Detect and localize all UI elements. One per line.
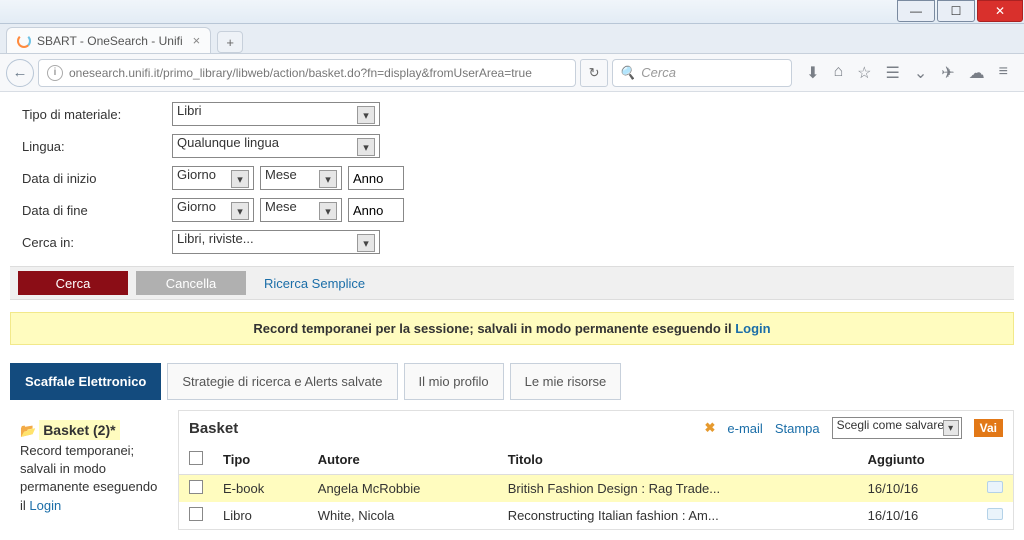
search-scope-label: Cerca in: <box>22 235 172 250</box>
search-button[interactable]: Cerca <box>18 271 128 295</box>
download-icon[interactable]: ⬇ <box>806 63 819 83</box>
window-titlebar: — ☐ ✕ <box>0 0 1024 24</box>
tab-strategie[interactable]: Strategie di ricerca e Alerts salvate <box>167 363 397 400</box>
start-day-select[interactable]: Giorno <box>172 166 254 190</box>
table-row[interactable]: E-book Angela McRobbie British Fashion D… <box>179 475 1013 503</box>
basket-table: Tipo Autore Titolo Aggiunto E-book Angel… <box>179 445 1013 529</box>
email-action[interactable]: e-mail <box>727 421 762 436</box>
session-banner: Record temporanei per la sessione; salva… <box>10 312 1014 345</box>
language-label: Lingua: <box>22 139 172 154</box>
advanced-search-form: Tipo di materiale: Libri Lingua: Qualunq… <box>10 98 1014 266</box>
tab-scaffale[interactable]: Scaffale Elettronico <box>10 363 161 400</box>
date-start-label: Data di inizio <box>22 171 172 186</box>
save-format-select[interactable]: Scegli come salvare <box>832 417 962 439</box>
chat-icon[interactable]: ☁ <box>969 63 985 83</box>
tab-close-icon[interactable]: × <box>193 33 201 48</box>
banner-text: Record temporanei per la sessione; salva… <box>253 321 735 336</box>
end-month-select[interactable]: Mese <box>260 198 342 222</box>
end-year-input[interactable] <box>348 198 404 222</box>
row-checkbox[interactable] <box>189 507 203 521</box>
search-icon: 🔍 <box>619 65 635 81</box>
row-checkbox[interactable] <box>189 480 203 494</box>
material-type-select[interactable]: Libri <box>172 102 380 126</box>
select-all-checkbox[interactable] <box>189 451 203 465</box>
table-row[interactable]: Libro White, Nicola Reconstructing Itali… <box>179 502 1013 529</box>
main-panel: Basket ✖ e-mail Stampa Scegli come salva… <box>178 410 1014 530</box>
simple-search-link[interactable]: Ricerca Semplice <box>264 276 365 291</box>
browser-search-box[interactable]: 🔍 Cerca <box>612 59 792 87</box>
url-bar[interactable]: i onesearch.unifi.it/primo_library/libwe… <box>38 59 576 87</box>
reload-button[interactable]: ↻ <box>580 59 608 87</box>
browser-tabstrip: SBART - OneSearch - Unifi × + <box>0 24 1024 54</box>
search-scope-select[interactable]: Libri, riviste... <box>172 230 380 254</box>
browser-toolbar-icons: ⬇ ⌂ ☆ ☰ ⌄ ✈ ☁ ≡ <box>796 63 1018 83</box>
new-tab-button[interactable]: + <box>217 31 243 53</box>
search-actions-bar: Cerca Cancella Ricerca Semplice <box>10 266 1014 300</box>
end-day-select[interactable]: Giorno <box>172 198 254 222</box>
start-month-select[interactable]: Mese <box>260 166 342 190</box>
folder-icon: 📂 <box>20 423 36 438</box>
col-added: Aggiunto <box>858 445 977 475</box>
banner-login-link[interactable]: Login <box>735 321 770 336</box>
search-placeholder: Cerca <box>641 65 676 80</box>
note-icon[interactable] <box>987 508 1003 520</box>
back-button[interactable]: ← <box>6 59 34 87</box>
url-text: onesearch.unifi.it/primo_library/libweb/… <box>69 66 532 80</box>
go-button[interactable]: Vai <box>974 419 1003 437</box>
sidebar-login-link[interactable]: Login <box>29 498 61 513</box>
cancel-button[interactable]: Cancella <box>136 271 246 295</box>
sidebar: 📂Basket (2)* Record temporanei; salvali … <box>10 410 170 530</box>
col-type: Tipo <box>213 445 308 475</box>
print-action[interactable]: Stampa <box>775 421 820 436</box>
basket-title: Basket (2)* <box>39 420 119 440</box>
start-year-input[interactable] <box>348 166 404 190</box>
window-minimize-button[interactable]: — <box>897 0 935 22</box>
tab-risorse[interactable]: Le mie risorse <box>510 363 622 400</box>
main-tabs: Scaffale Elettronico Strategie di ricerc… <box>10 363 1014 400</box>
basket-heading: Basket <box>189 420 238 437</box>
language-select[interactable]: Qualunque lingua <box>172 134 380 158</box>
col-author: Autore <box>308 445 498 475</box>
delete-icon[interactable]: ✖ <box>705 420 716 436</box>
basket-folder[interactable]: 📂Basket (2)* <box>20 420 160 440</box>
list-icon[interactable]: ☰ <box>886 63 900 83</box>
site-info-icon[interactable]: i <box>47 65 63 81</box>
sidebar-note: Record temporanei; salvali in modo perma… <box>20 442 160 515</box>
home-icon[interactable]: ⌂ <box>833 63 843 83</box>
send-icon[interactable]: ✈ <box>941 63 954 83</box>
tab-profilo[interactable]: Il mio profilo <box>404 363 504 400</box>
browser-navbar: ← i onesearch.unifi.it/primo_library/lib… <box>0 54 1024 92</box>
window-maximize-button[interactable]: ☐ <box>937 0 975 22</box>
menu-icon[interactable]: ≡ <box>999 63 1008 83</box>
col-title: Titolo <box>498 445 858 475</box>
tab-title: SBART - OneSearch - Unifi <box>37 34 183 48</box>
browser-tab[interactable]: SBART - OneSearch - Unifi × <box>6 27 211 53</box>
window-close-button[interactable]: ✕ <box>977 0 1023 22</box>
pocket-icon[interactable]: ⌄ <box>914 63 927 83</box>
tab-favicon-icon <box>17 34 31 48</box>
bookmark-star-icon[interactable]: ☆ <box>857 63 871 83</box>
note-icon[interactable] <box>987 481 1003 493</box>
date-end-label: Data di fine <box>22 203 172 218</box>
material-type-label: Tipo di materiale: <box>22 107 172 122</box>
